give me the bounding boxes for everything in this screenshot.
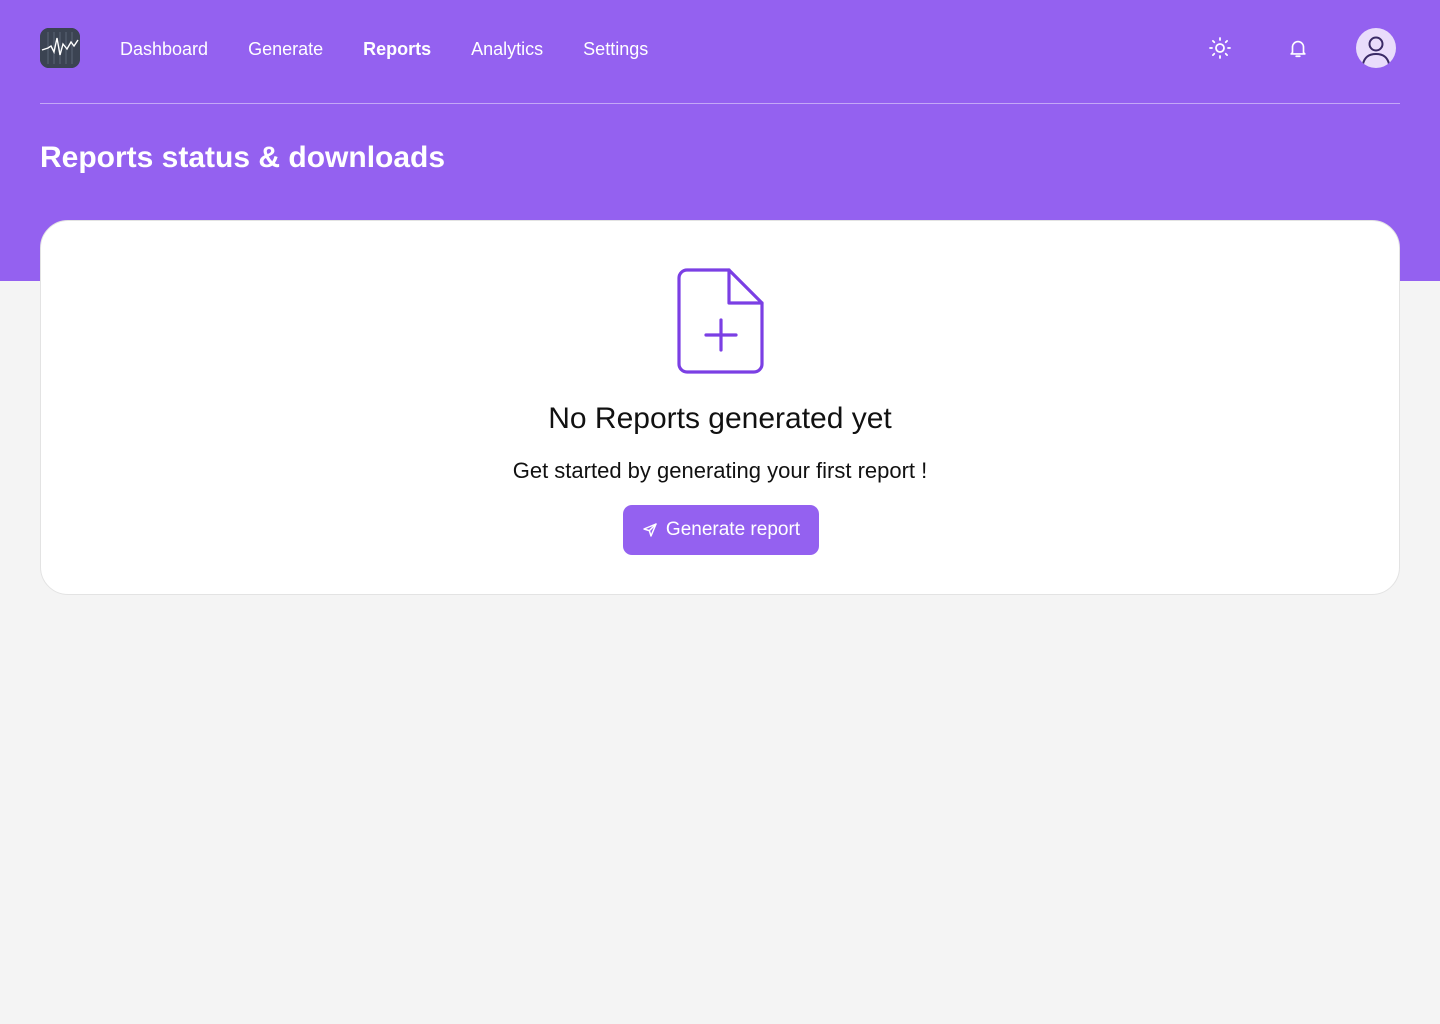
notifications-button[interactable] bbox=[1278, 28, 1318, 68]
send-icon bbox=[642, 522, 658, 538]
nav-item-generate[interactable]: Generate bbox=[248, 39, 323, 60]
app-logo[interactable] bbox=[40, 28, 80, 68]
file-plus-icon bbox=[677, 268, 764, 374]
generate-report-button[interactable]: Generate report bbox=[623, 505, 819, 555]
page-title: Reports status & downloads bbox=[40, 141, 446, 174]
user-avatar-icon bbox=[1362, 36, 1390, 65]
nav-item-analytics[interactable]: Analytics bbox=[471, 39, 543, 60]
top-navigation-bar: Dashboard Generate Reports Analytics Set… bbox=[40, 0, 1400, 104]
nav-item-settings[interactable]: Settings bbox=[583, 39, 648, 60]
sun-icon bbox=[1209, 37, 1231, 59]
nav-item-dashboard[interactable]: Dashboard bbox=[120, 39, 208, 60]
nav-item-reports[interactable]: Reports bbox=[363, 39, 431, 60]
empty-state-title: No Reports generated yet bbox=[548, 402, 892, 435]
user-avatar[interactable] bbox=[1356, 28, 1396, 68]
theme-toggle-button[interactable] bbox=[1200, 28, 1240, 68]
bell-icon bbox=[1290, 40, 1306, 58]
generate-report-label: Generate report bbox=[665, 519, 801, 540]
empty-state-subtitle: Get started by generating your first rep… bbox=[512, 458, 928, 483]
logo-chart-icon bbox=[40, 28, 80, 68]
reports-empty-state-card: No Reports generated yet Get started by … bbox=[40, 220, 1400, 595]
main-nav: Dashboard Generate Reports Analytics Set… bbox=[120, 0, 688, 98]
